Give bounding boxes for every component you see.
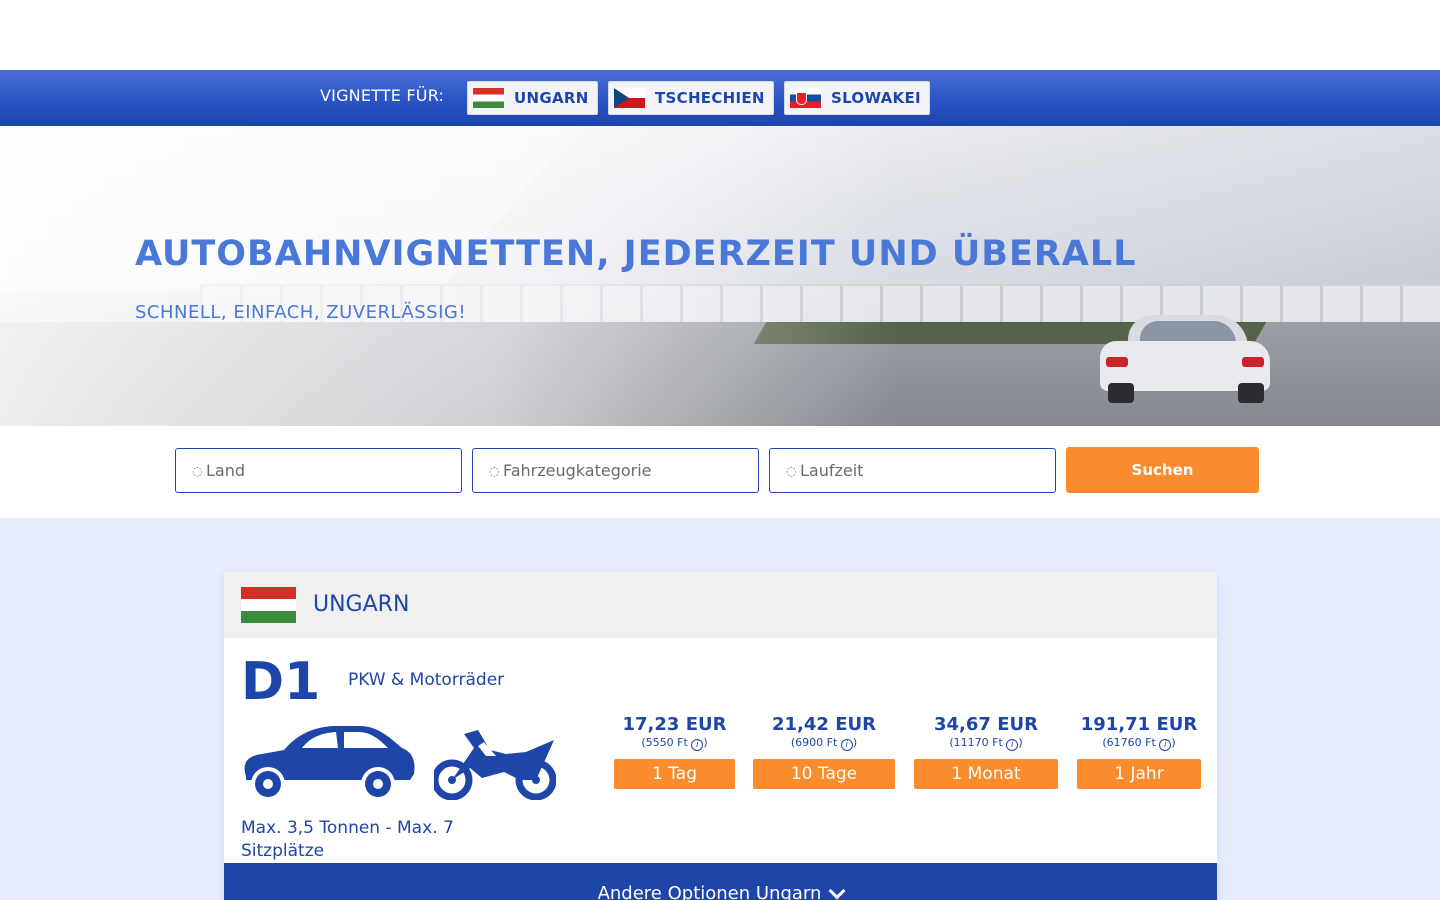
motorcycle-icon: [434, 730, 556, 800]
price-eur: 34,67 EUR: [934, 714, 1038, 735]
duration-select[interactable]: ◌ Laufzeit: [769, 448, 1056, 493]
price-huf: (11170 Ft i): [949, 736, 1023, 751]
card-country-name: UNGARN: [313, 592, 410, 617]
calendar-icon: ◌: [786, 463, 797, 478]
duration-select-placeholder: Laufzeit: [800, 461, 864, 480]
search-bar: ◌ Land ◌ Fahrzeugkategorie ◌ Laufzeit Su…: [0, 426, 1440, 518]
hero-subtitle: SCHNELL, EINFACH, ZUVERLÄSSIG!: [135, 302, 467, 323]
info-icon[interactable]: i: [1159, 739, 1172, 751]
car-icon: [244, 726, 415, 801]
country-select[interactable]: ◌ Land: [175, 448, 462, 493]
chevron-down-icon: [828, 882, 846, 900]
more-options-label: Andere Optionen Ungarn: [597, 883, 822, 900]
price-eur: 191,71 EUR: [1080, 714, 1198, 735]
country-button-slovakia[interactable]: SLOWAKEI: [784, 81, 930, 115]
price-eur: 17,23 EUR: [622, 714, 727, 735]
hungary-flag-icon: [473, 88, 504, 108]
vignette-category-code: D1: [241, 652, 321, 712]
more-options-toggle[interactable]: Andere Optionen Ungarn: [224, 863, 1217, 900]
globe-icon: ◌: [192, 463, 203, 478]
price-option-1-day: 17,23 EUR (5550 Ft i) 1 Tag: [614, 714, 735, 789]
buy-1-month-button[interactable]: 1 Monat: [914, 759, 1058, 789]
vignette-country-nav: VIGNETTE FÜR: UNGARN TSCHECHIEN SLOWAKEI: [0, 70, 1440, 126]
info-icon[interactable]: i: [1006, 739, 1019, 751]
info-icon[interactable]: i: [840, 739, 853, 751]
vehicle-category-label: PKW & Motorräder: [348, 670, 505, 690]
country-select-placeholder: Land: [206, 461, 246, 480]
vehicle-category-placeholder: Fahrzeugkategorie: [503, 461, 652, 480]
country-button-label: UNGARN: [514, 89, 589, 107]
search-button[interactable]: Suchen: [1066, 447, 1259, 493]
hero-banner: AUTOBAHNVIGNETTEN, JEDERZEIT UND ÜBERALL…: [0, 126, 1440, 426]
vehicle-category-select[interactable]: ◌ Fahrzeugkategorie: [472, 448, 759, 493]
slovakia-flag-icon: [790, 88, 821, 108]
card-header: UNGARN: [224, 572, 1217, 638]
buy-1-day-button[interactable]: 1 Tag: [614, 759, 735, 789]
vignette-card-hungary: UNGARN D1 PKW & Motorräder Max. 3,5 Tonn…: [224, 572, 1217, 900]
hero-fade: [0, 126, 900, 426]
price-option-1-month: 34,67 EUR (11170 Ft i) 1 Monat: [914, 714, 1058, 789]
nav-label: VIGNETTE FÜR:: [320, 86, 445, 105]
czech-flag-icon: [614, 88, 645, 108]
price-huf: (5550 Ft i): [641, 736, 708, 751]
price-huf: (6900 Ft i): [790, 736, 858, 751]
price-huf: (61760 Ft i): [1102, 736, 1176, 751]
price-eur: 21,42 EUR: [772, 714, 876, 735]
vehicle-limits: Max. 3,5 Tonnen - Max. 7 Sitzplätze: [241, 818, 454, 861]
hungary-flag-icon: [241, 587, 296, 623]
price-option-10-days: 21,42 EUR (6900 Ft i) 10 Tage: [753, 714, 895, 789]
country-button-label: TSCHECHIEN: [655, 89, 765, 107]
buy-10-days-button[interactable]: 10 Tage: [753, 759, 895, 789]
info-icon[interactable]: i: [691, 739, 704, 751]
buy-1-year-button[interactable]: 1 Jahr: [1077, 759, 1201, 789]
hero-car-image: [1100, 311, 1270, 403]
country-button-label: SLOWAKEI: [831, 89, 921, 107]
price-option-1-year: 191,71 EUR (61760 Ft i) 1 Jahr: [1077, 714, 1201, 789]
vehicle-icon: ◌: [489, 463, 500, 478]
top-header: [0, 0, 1440, 70]
country-button-hungary[interactable]: UNGARN: [467, 81, 598, 115]
hero-title: AUTOBAHNVIGNETTEN, JEDERZEIT UND ÜBERALL: [135, 234, 1137, 274]
country-button-czech[interactable]: TSCHECHIEN: [608, 81, 774, 115]
